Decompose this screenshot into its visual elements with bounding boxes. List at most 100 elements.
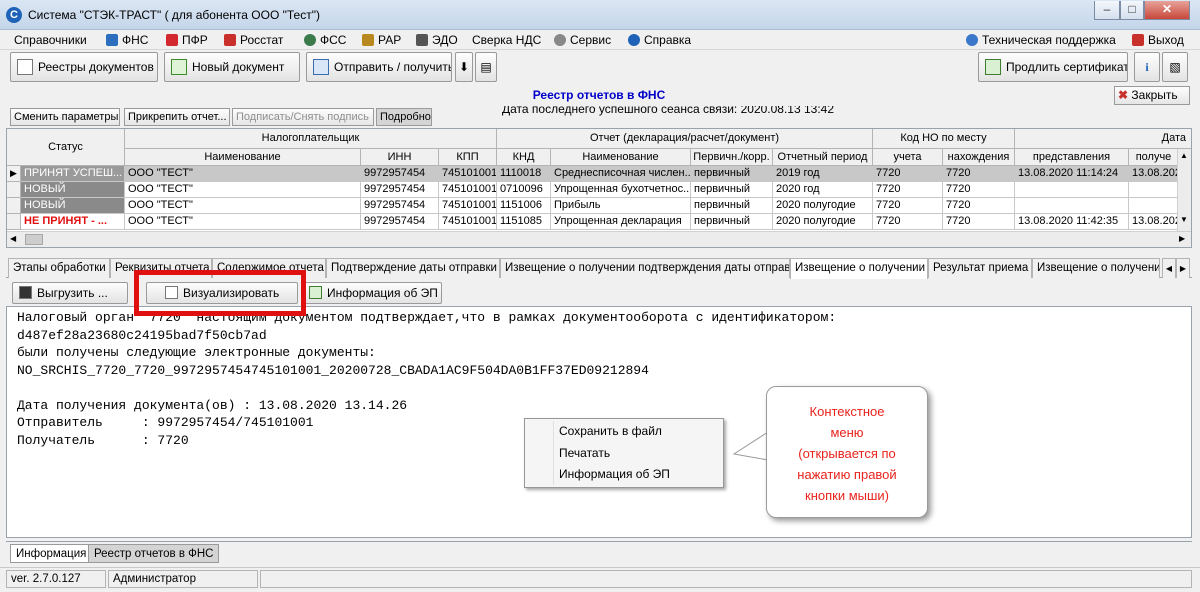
send-receive-button[interactable]: Отправить / получить	[306, 52, 452, 82]
row-period: 2019 год	[773, 166, 873, 182]
menu-fns[interactable]: ФНС	[106, 32, 148, 48]
tab-receipt-notice[interactable]: Извещение о получении	[790, 258, 928, 279]
callout-line: кнопки мыши)	[805, 488, 889, 503]
tabs-scroll-left-button[interactable]: ◀	[1162, 258, 1176, 278]
menu-pfr[interactable]: ПФР	[166, 32, 208, 48]
window-title: Система "СТЭК-ТРАСТ" ( для абонента ООО …	[28, 8, 320, 22]
tab-send-date-confirmation[interactable]: Подтверждение даты отправки	[326, 258, 500, 278]
tab-acceptance-result[interactable]: Результат приема	[928, 258, 1032, 278]
close-icon: ✖	[1118, 88, 1129, 102]
row-kind: первичный	[691, 182, 773, 198]
context-ep-info[interactable]: Информация об ЭП	[559, 467, 670, 481]
highlight-frame	[134, 270, 306, 316]
row-status: НЕ ПРИНЯТ - ...	[21, 214, 125, 230]
callout-line: меню	[830, 425, 864, 440]
info-button[interactable]: i	[1134, 52, 1160, 82]
row-received: 13.08.202	[1129, 214, 1179, 230]
registries-button[interactable]: Реестры документов	[10, 52, 158, 82]
menu-sverka-nds[interactable]: Сверка НДС	[472, 32, 541, 48]
column-header-status[interactable]: Статус	[7, 129, 125, 166]
certificate-icon	[309, 286, 322, 299]
tab-processing-stages[interactable]: Этапы обработки	[8, 258, 110, 278]
column-header-received[interactable]: получе	[1129, 149, 1179, 166]
column-header-accounting[interactable]: учета	[873, 149, 943, 166]
text-line	[17, 379, 1181, 397]
row-submitted: 13.08.2020 11:14:24	[1015, 166, 1129, 182]
row-inn: 9972957454	[361, 166, 439, 182]
row-kind: первичный	[691, 166, 773, 182]
minimize-button[interactable]: –	[1094, 1, 1120, 20]
fss-icon	[304, 34, 316, 46]
tabs-scroll-right-button[interactable]: ▶	[1176, 258, 1190, 278]
gear-icon	[554, 34, 566, 46]
row-report-name: Упрощенная декларация	[551, 214, 691, 230]
bottom-tab-fns-registry[interactable]: Реестр отчетов в ФНС	[88, 544, 220, 563]
sync-icon	[313, 59, 329, 75]
row-location: 7720	[943, 214, 1015, 230]
menu-servis[interactable]: Сервис	[554, 32, 611, 48]
context-print[interactable]: Печатать	[559, 446, 610, 460]
details-toggle-button[interactable]: Подробно	[376, 108, 432, 126]
column-header-location[interactable]: нахождения	[943, 149, 1015, 166]
exit-icon	[1132, 34, 1144, 46]
row-name: ООО "ТЕСТ"	[125, 182, 361, 198]
tab-receipt-notice-2[interactable]: Извещение о получени	[1032, 258, 1160, 278]
text-line: были получены следующие электронные доку…	[17, 345, 376, 360]
current-row-icon: ▶	[7, 166, 21, 182]
save-disk-icon	[19, 286, 32, 299]
pfr-icon	[166, 34, 178, 46]
menu-rar[interactable]: РАР	[362, 32, 401, 48]
ep-info-button[interactable]: Информация об ЭП	[302, 282, 442, 304]
menu-fss[interactable]: ФСС	[304, 32, 346, 48]
maximize-button[interactable]: □	[1120, 1, 1144, 20]
menu-spravka[interactable]: Справка	[628, 32, 691, 48]
menu-exit[interactable]: Выход	[1132, 32, 1184, 48]
column-header-name[interactable]: Наименование	[125, 149, 361, 166]
vertical-scrollbar[interactable]: ▲ ▼	[1177, 149, 1191, 231]
scroll-down-icon[interactable]: ▼	[1180, 215, 1188, 224]
menu-edo[interactable]: ЭДО	[416, 32, 458, 48]
column-header-inn[interactable]: ИНН	[361, 149, 439, 166]
column-header-primary-corr[interactable]: Первичн./корр.	[691, 149, 773, 166]
column-header-period[interactable]: Отчетный период	[773, 149, 873, 166]
documents-button[interactable]: ▤	[475, 52, 497, 82]
bottom-tab-info[interactable]: Информация	[10, 544, 93, 563]
pdf-button[interactable]: ▧	[1162, 52, 1188, 82]
text-line: NO_SRCHIS_7720_7720_9972957454745101001_…	[17, 362, 649, 378]
change-params-button[interactable]: Сменить параметры	[10, 108, 120, 126]
scroll-thumb[interactable]	[25, 234, 43, 245]
row-period: 2020 полугодие	[773, 214, 873, 230]
sign-unsign-button[interactable]: Подписать/Снять подпись	[232, 108, 374, 126]
close-window-button[interactable]: ✕	[1144, 1, 1190, 20]
scroll-left-icon[interactable]: ◀	[10, 234, 16, 243]
row-kind: первичный	[691, 198, 773, 214]
column-header-knd[interactable]: КНД	[497, 149, 551, 166]
new-document-button[interactable]: Новый документ	[164, 52, 300, 82]
scroll-right-icon[interactable]: ▶	[1179, 234, 1185, 243]
column-header-submitted[interactable]: представления	[1015, 149, 1129, 166]
row-submitted: 13.08.2020 11:42:35	[1015, 214, 1129, 230]
context-save-to-file[interactable]: Сохранить в файл	[559, 424, 662, 438]
export-button[interactable]: Выгрузить ...	[12, 282, 128, 304]
menu-tech-support[interactable]: Техническая поддержка	[966, 32, 1116, 48]
menu-rosstat[interactable]: Росстат	[224, 32, 283, 48]
row-submitted	[1015, 182, 1129, 198]
extend-certificate-button[interactable]: Продлить сертификат	[978, 52, 1128, 82]
menu-spravochniki[interactable]: Справочники	[14, 32, 87, 48]
column-header-kpp[interactable]: КПП	[439, 149, 497, 166]
close-panel-button[interactable]: ✖ Закрыть	[1114, 86, 1190, 105]
scroll-up-icon[interactable]: ▲	[1180, 151, 1188, 160]
status-message	[260, 570, 1192, 588]
row-report-name: Упрощенная бухотчетнос...	[551, 182, 691, 198]
tab-send-date-receipt-notice[interactable]: Извещение о получении подтверждения даты…	[500, 258, 790, 278]
row-received	[1129, 198, 1179, 214]
column-header-report-name[interactable]: Наименование	[551, 149, 691, 166]
row-kind: первичный	[691, 214, 773, 230]
context-menu: Сохранить в файл Печатать Информация об …	[524, 418, 724, 488]
row-period: 2020 полугодие	[773, 198, 873, 214]
attach-report-button[interactable]: Прикрепить отчет...	[124, 108, 230, 126]
row-name: ООО "ТЕСТ"	[125, 166, 361, 182]
row-received: 13.08.202	[1129, 166, 1179, 182]
horizontal-scrollbar[interactable]: ◀ ▶	[7, 231, 1191, 247]
download-arrow-button[interactable]: ⬇	[455, 52, 473, 82]
